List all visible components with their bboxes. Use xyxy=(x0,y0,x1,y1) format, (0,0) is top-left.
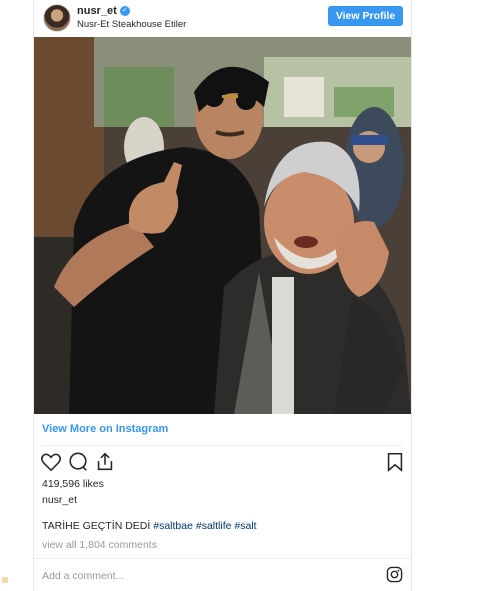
poster-username[interactable]: nusr_et xyxy=(42,494,77,506)
likes-count[interactable]: 419,596 likes xyxy=(42,478,104,490)
add-comment-input[interactable]: Add a comment... xyxy=(42,570,124,582)
share-icon[interactable] xyxy=(94,451,116,473)
location-link[interactable]: Nusr-Et Steakhouse Etiler xyxy=(77,19,186,30)
view-profile-button[interactable]: View Profile xyxy=(328,6,403,26)
post-header: nusr_et ✓ Nusr-Et Steakhouse Etiler View… xyxy=(34,0,411,37)
divider xyxy=(34,558,411,559)
instagram-icon[interactable] xyxy=(386,566,403,583)
verified-badge-icon: ✓ xyxy=(119,6,130,16)
hashtag-link[interactable]: #salt xyxy=(234,520,256,532)
view-all-comments-link[interactable]: view all 1,804 comments xyxy=(42,539,157,551)
caption-text: TARİHE GEÇTİN DEDİ xyxy=(42,520,154,532)
caption: TARİHE GEÇTİN DEDİ #saltbae #saltlife #s… xyxy=(42,520,257,532)
hashtag-link[interactable]: #saltbae xyxy=(153,520,193,532)
avatar[interactable] xyxy=(43,4,71,32)
divider xyxy=(42,445,403,446)
username-row[interactable]: nusr_et ✓ xyxy=(77,5,130,17)
view-more-link[interactable]: View More on Instagram xyxy=(42,423,168,435)
username[interactable]: nusr_et xyxy=(77,5,117,17)
action-bar xyxy=(34,451,411,475)
hashtag-link[interactable]: #saltlife xyxy=(196,520,232,532)
bookmark-icon[interactable] xyxy=(384,451,406,473)
post-photo[interactable] xyxy=(34,37,411,414)
instagram-embed-card: nusr_et ✓ Nusr-Et Steakhouse Etiler View… xyxy=(33,0,412,591)
heart-icon[interactable] xyxy=(40,451,62,473)
page-corner-marker xyxy=(2,577,8,583)
comment-icon[interactable] xyxy=(67,451,89,473)
photo-illustration xyxy=(34,37,411,414)
